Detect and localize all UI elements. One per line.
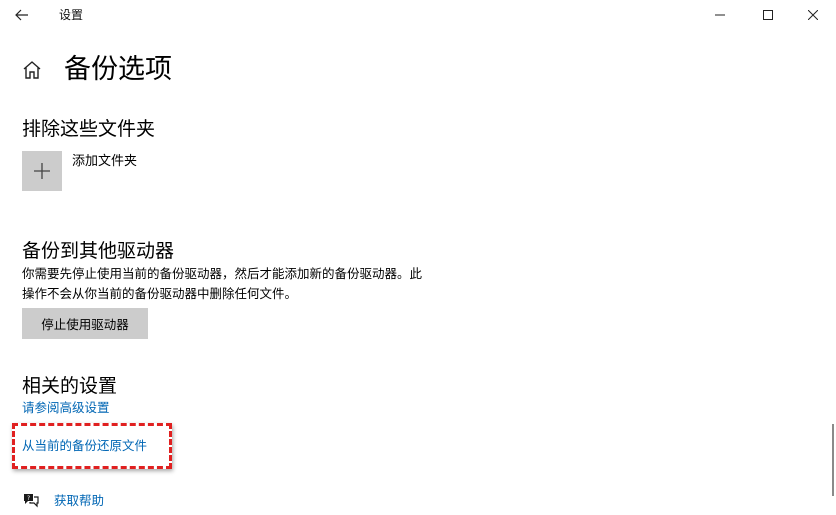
close-icon [808,10,818,20]
maximize-button[interactable] [745,0,791,30]
back-arrow-icon [15,9,28,21]
home-icon [23,61,41,79]
home-button[interactable] [20,58,44,82]
close-button[interactable] [790,0,836,30]
exclude-folders-heading: 排除这些文件夹 [22,118,156,140]
restore-files-link[interactable]: 从当前的备份还原文件 [22,437,147,455]
get-help-link[interactable]: 获取帮助 [54,492,104,510]
plus-icon [34,163,50,179]
other-drive-description: 你需要先停止使用当前的备份驱动器，然后才能添加新的备份驱动器。此 操作不会从你当… [22,264,482,304]
maximize-icon [763,10,773,20]
description-line-2: 操作不会从你当前的备份驱动器中删除任何文件。 [22,286,298,301]
advanced-settings-link[interactable]: 请参阅高级设置 [22,399,110,417]
scrollbar[interactable] [832,424,834,496]
help-chat-icon: ? [22,492,40,508]
stop-using-drive-button[interactable]: 停止使用驱动器 [22,308,148,339]
minimize-button[interactable] [697,0,743,30]
related-settings-heading: 相关的设置 [22,375,118,397]
other-drive-heading: 备份到其他驱动器 [22,240,175,262]
minimize-icon [715,14,725,16]
back-button[interactable] [0,0,44,30]
window-title: 设置 [59,8,84,22]
page-title: 备份选项 [64,54,172,85]
title-bar: 设置 [0,0,836,30]
svg-text:?: ? [27,495,30,502]
add-folder-label[interactable]: 添加文件夹 [72,153,137,171]
description-line-1: 你需要先停止使用当前的备份驱动器，然后才能添加新的备份驱动器。此 [22,266,423,281]
add-folder-button[interactable] [22,151,62,191]
